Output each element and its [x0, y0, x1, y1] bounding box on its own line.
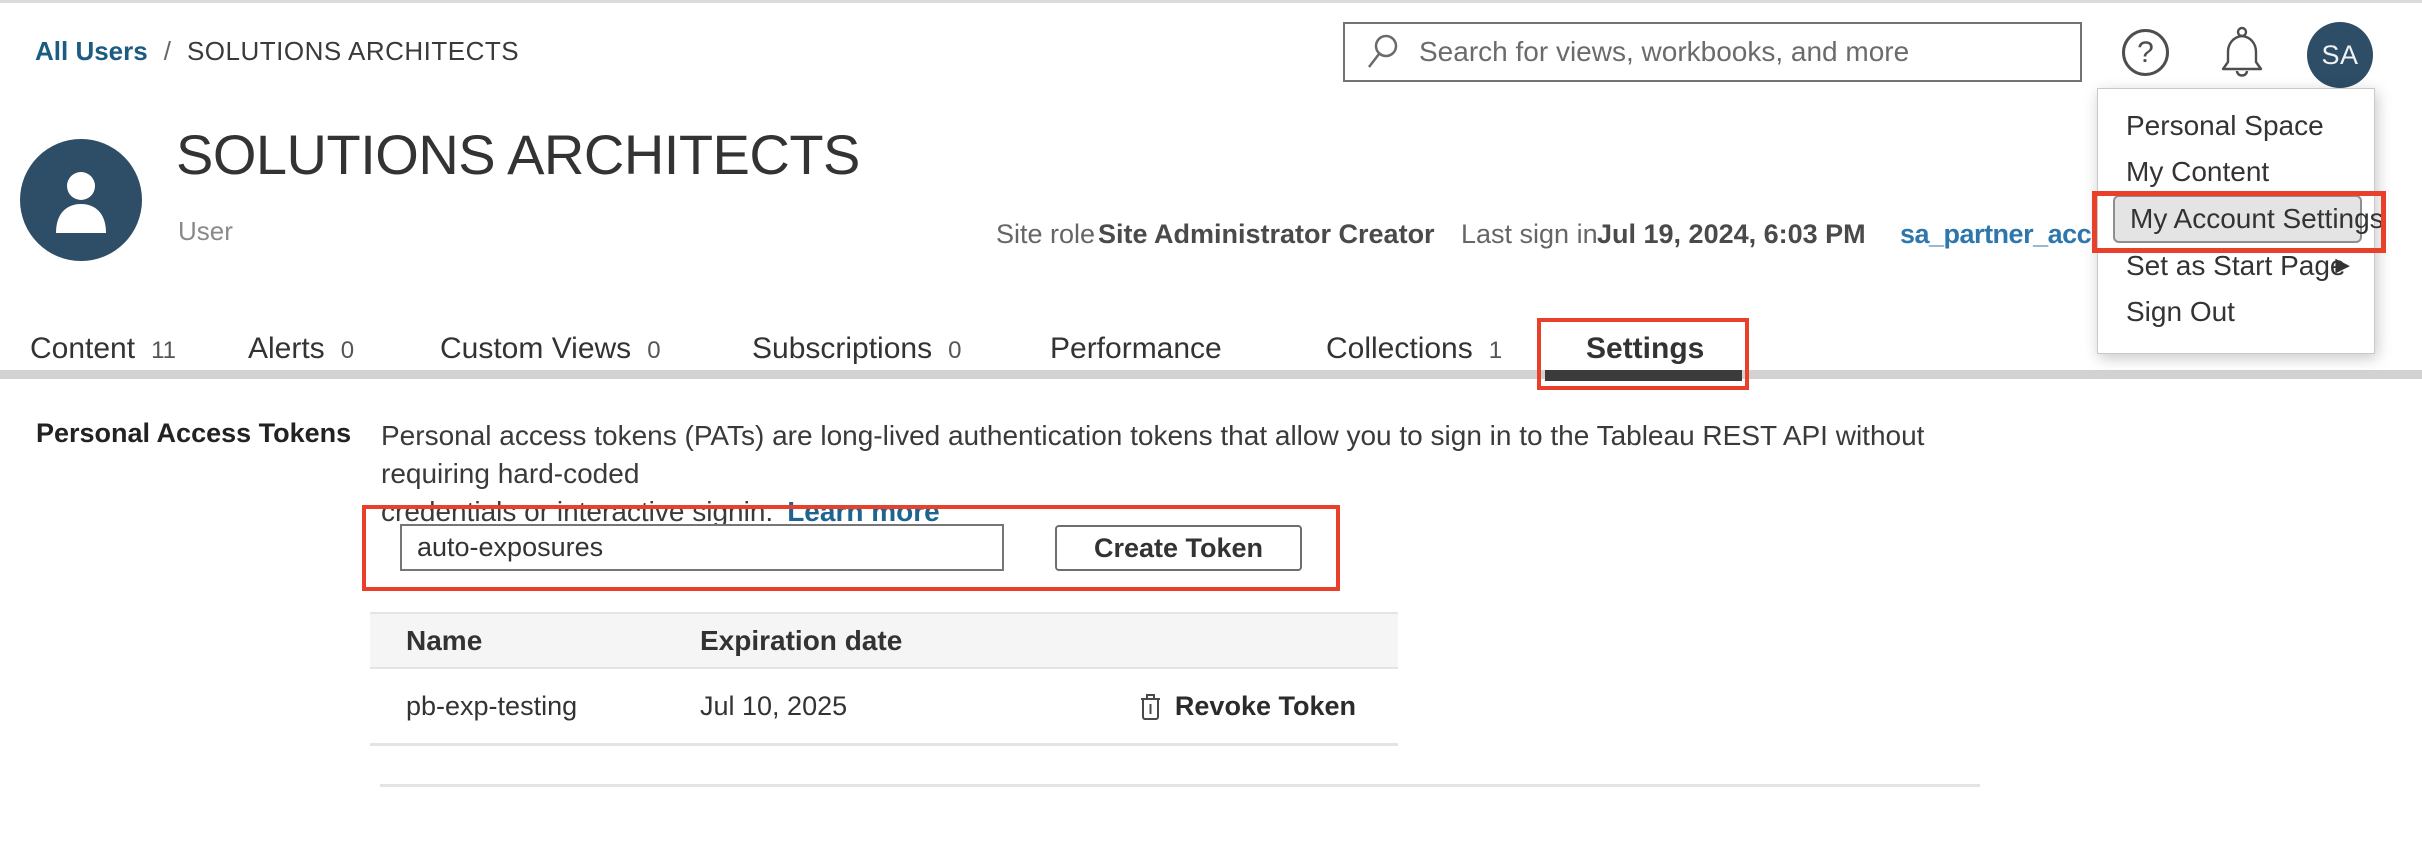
search-box[interactable]	[1343, 22, 2082, 82]
column-header-name: Name	[370, 625, 700, 657]
notifications-button[interactable]	[2216, 24, 2268, 82]
tab-content[interactable]: Content11	[30, 332, 176, 366]
token-name-input[interactable]	[400, 524, 1004, 571]
menu-item-my-account-settings[interactable]: My Account Settings	[2113, 195, 2362, 243]
table-row: pb-exp-testing Jul 10, 2025 Revoke Token	[370, 669, 1398, 746]
top-divider	[0, 0, 2422, 3]
menu-item-sign-out[interactable]: Sign Out	[2098, 289, 2374, 335]
pat-section-label: Personal Access Tokens	[36, 418, 351, 449]
token-name-cell: pb-exp-testing	[370, 691, 700, 722]
revoke-token-label: Revoke Token	[1175, 691, 1356, 722]
revoke-token-button[interactable]: Revoke Token	[1138, 691, 1398, 722]
tab-collections[interactable]: Collections1	[1326, 332, 1502, 366]
tab-subscriptions-count: 0	[948, 337, 961, 364]
token-expiration-cell: Jul 10, 2025	[700, 691, 1138, 722]
last-signin-label: Last sign in	[1461, 219, 1598, 250]
account-dropdown-menu: Personal Space My Content My Account Set…	[2097, 88, 2375, 354]
pat-description: Personal access tokens (PATs) are long-l…	[381, 417, 2021, 531]
section-divider	[380, 784, 1980, 787]
last-signin-value: Jul 19, 2024, 6:03 PM	[1597, 219, 1866, 250]
tab-custom-views[interactable]: Custom Views0	[440, 332, 661, 366]
user-avatar	[20, 139, 142, 261]
menu-item-my-content[interactable]: My Content	[2098, 149, 2374, 195]
breadcrumb: All Users / SOLUTIONS ARCHITECTS	[35, 36, 519, 67]
tab-collections-count: 1	[1489, 337, 1502, 364]
trash-icon	[1138, 691, 1163, 721]
site-role-value: Site Administrator Creator	[1098, 219, 1435, 250]
breadcrumb-all-users-link[interactable]: All Users	[35, 36, 148, 66]
tab-performance[interactable]: Performance	[1050, 332, 1222, 366]
tab-content-count: 11	[151, 337, 176, 364]
tab-alerts-count: 0	[341, 337, 354, 364]
help-icon: ?	[2137, 36, 2154, 70]
account-name-link[interactable]: sa_partner_accou	[1900, 219, 2123, 250]
user-role-subtitle: User	[178, 216, 233, 247]
help-button[interactable]: ?	[2122, 29, 2169, 76]
menu-item-set-as-start-page[interactable]: ▶ Set as Start Page	[2098, 243, 2374, 289]
pat-description-line1: Personal access tokens (PATs) are long-l…	[381, 420, 1924, 489]
menu-item-personal-space[interactable]: Personal Space	[2098, 103, 2374, 149]
tab-settings[interactable]: Settings	[1586, 332, 1704, 366]
tokens-table: Name Expiration date pb-exp-testing Jul …	[370, 612, 1398, 746]
tableau-user-settings-page: All Users / SOLUTIONS ARCHITECTS ? SA SOLU…	[0, 0, 2422, 850]
search-icon	[1363, 31, 1403, 73]
person-icon	[20, 139, 142, 261]
breadcrumb-separator: /	[164, 36, 171, 66]
avatar-initials: SA	[2321, 40, 2358, 71]
site-role-label: Site role	[996, 219, 1095, 250]
bell-icon	[2216, 24, 2268, 82]
tokens-table-header: Name Expiration date	[370, 612, 1398, 669]
tab-custom-views-count: 0	[647, 337, 660, 364]
pat-description-line2: credentials or interactive signin.	[381, 496, 773, 527]
active-tab-indicator	[1545, 370, 1742, 381]
search-input[interactable]	[1403, 24, 2080, 80]
breadcrumb-current: SOLUTIONS ARCHITECTS	[187, 36, 519, 66]
account-avatar-button[interactable]: SA	[2307, 22, 2373, 88]
learn-more-link[interactable]: Learn more	[787, 496, 940, 527]
tabs-underline-bar	[0, 370, 2422, 379]
page-title: SOLUTIONS ARCHITECTS	[176, 122, 860, 187]
tab-subscriptions[interactable]: Subscriptions0	[752, 332, 961, 366]
tab-alerts[interactable]: Alerts0	[248, 332, 354, 366]
column-header-expiration: Expiration date	[700, 625, 1398, 657]
create-token-button[interactable]: Create Token	[1055, 525, 1302, 571]
